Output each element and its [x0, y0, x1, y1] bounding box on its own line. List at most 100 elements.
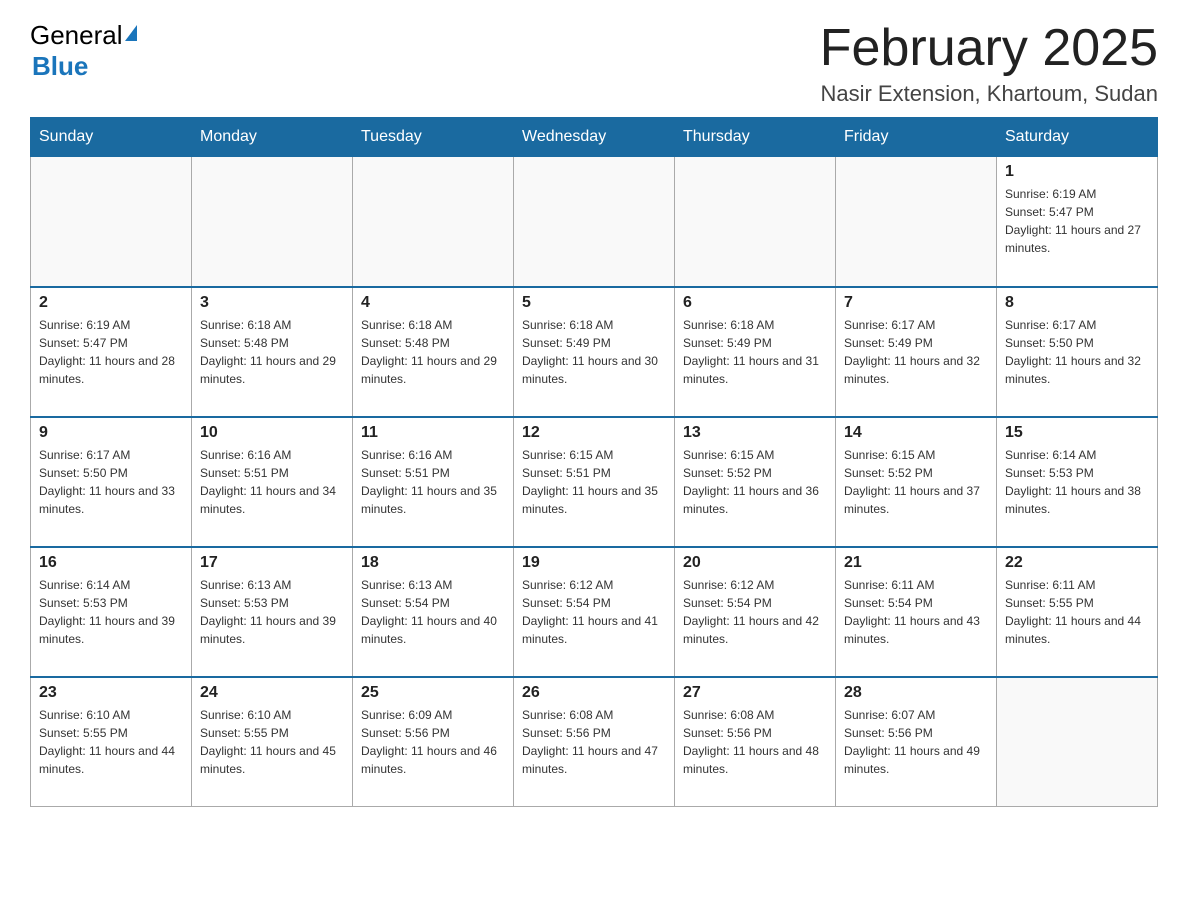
table-row: 22 Sunrise: 6:11 AMSunset: 5:55 PMDayligh…	[997, 547, 1158, 677]
day-number: 2	[39, 294, 183, 312]
header-thursday: Thursday	[675, 118, 836, 157]
table-row: 25Sunrise: 6:09 AMSunset: 5:56 PMDayligh…	[353, 677, 514, 807]
header-monday: Monday	[192, 118, 353, 157]
day-number: 6	[683, 294, 827, 312]
calendar-table: Sunday Monday Tuesday Wednesday Thursday…	[30, 117, 1158, 807]
logo: General Blue	[30, 20, 137, 82]
calendar-week-row: 2 Sunrise: 6:19 AMSunset: 5:47 PMDaylight…	[31, 287, 1158, 417]
day-info: Sunrise: 6:13 AMSunset: 5:53 PMDaylight:…	[200, 576, 344, 648]
day-info: Sunrise: 6:17 AMSunset: 5:50 PMDaylight:…	[39, 446, 183, 518]
calendar-week-row: 1 Sunrise: 6:19 AMSunset: 5:47 PMDaylight…	[31, 157, 1158, 287]
day-info: Sunrise: 6:16 AMSunset: 5:51 PMDaylight:…	[361, 446, 505, 518]
day-info: Sunrise: 6:14 AMSunset: 5:53 PMDaylight:…	[39, 576, 183, 648]
header-tuesday: Tuesday	[353, 118, 514, 157]
day-number: 10	[200, 424, 344, 442]
table-row: 14Sunrise: 6:15 AMSunset: 5:52 PMDayligh…	[836, 417, 997, 547]
table-row: 1 Sunrise: 6:19 AMSunset: 5:47 PMDaylight…	[997, 157, 1158, 287]
day-number: 16	[39, 554, 183, 572]
table-row: 8 Sunrise: 6:17 AMSunset: 5:50 PMDaylight…	[997, 287, 1158, 417]
title-section: February 2025 Nasir Extension, Khartoum,…	[820, 20, 1158, 107]
header-saturday: Saturday	[997, 118, 1158, 157]
table-row: 11 Sunrise: 6:16 AMSunset: 5:51 PMDayligh…	[353, 417, 514, 547]
day-info: Sunrise: 6:12 AMSunset: 5:54 PMDaylight:…	[683, 576, 827, 648]
day-number: 21	[844, 554, 988, 572]
day-info: Sunrise: 6:11 AMSunset: 5:55 PMDaylight:…	[1005, 576, 1149, 648]
header-friday: Friday	[836, 118, 997, 157]
header-wednesday: Wednesday	[514, 118, 675, 157]
day-number: 13	[683, 424, 827, 442]
day-number: 23	[39, 684, 183, 702]
day-info: Sunrise: 6:15 AMSunset: 5:51 PMDaylight:…	[522, 446, 666, 518]
day-info: Sunrise: 6:19 AMSunset: 5:47 PMDaylight:…	[1005, 185, 1149, 257]
day-number: 4	[361, 294, 505, 312]
day-info: Sunrise: 6:19 AMSunset: 5:47 PMDaylight:…	[39, 316, 183, 388]
day-number: 27	[683, 684, 827, 702]
day-info: Sunrise: 6:15 AMSunset: 5:52 PMDaylight:…	[683, 446, 827, 518]
day-number: 15	[1005, 424, 1149, 442]
logo-blue-text: Blue	[30, 51, 137, 82]
day-info: Sunrise: 6:18 AMSunset: 5:49 PMDaylight:…	[683, 316, 827, 388]
table-row: 12Sunrise: 6:15 AMSunset: 5:51 PMDayligh…	[514, 417, 675, 547]
day-number: 5	[522, 294, 666, 312]
table-row: 17 Sunrise: 6:13 AMSunset: 5:53 PMDayligh…	[192, 547, 353, 677]
day-number: 22	[1005, 554, 1149, 572]
table-row: 23 Sunrise: 6:10 AMSunset: 5:55 PMDayligh…	[31, 677, 192, 807]
table-row	[353, 157, 514, 287]
day-info: Sunrise: 6:18 AMSunset: 5:49 PMDaylight:…	[522, 316, 666, 388]
table-row: 6 Sunrise: 6:18 AMSunset: 5:49 PMDaylight…	[675, 287, 836, 417]
day-number: 19	[522, 554, 666, 572]
header-sunday: Sunday	[31, 118, 192, 157]
day-number: 18	[361, 554, 505, 572]
table-row: 19 Sunrise: 6:12 AMSunset: 5:54 PMDayligh…	[514, 547, 675, 677]
table-row: 7Sunrise: 6:17 AMSunset: 5:49 PMDaylight…	[836, 287, 997, 417]
table-row: 28Sunrise: 6:07 AMSunset: 5:56 PMDayligh…	[836, 677, 997, 807]
day-number: 7	[844, 294, 988, 312]
logo-general-text: General	[30, 20, 123, 51]
calendar-week-row: 23 Sunrise: 6:10 AMSunset: 5:55 PMDayligh…	[31, 677, 1158, 807]
table-row	[675, 157, 836, 287]
table-row	[997, 677, 1158, 807]
day-number: 1	[1005, 163, 1149, 181]
day-number: 24	[200, 684, 344, 702]
day-number: 11	[361, 424, 505, 442]
day-info: Sunrise: 6:10 AMSunset: 5:55 PMDaylight:…	[39, 706, 183, 778]
day-info: Sunrise: 6:16 AMSunset: 5:51 PMDaylight:…	[200, 446, 344, 518]
day-number: 9	[39, 424, 183, 442]
table-row: 18 Sunrise: 6:13 AMSunset: 5:54 PMDayligh…	[353, 547, 514, 677]
table-row: 21 Sunrise: 6:11 AMSunset: 5:54 PMDayligh…	[836, 547, 997, 677]
day-number: 26	[522, 684, 666, 702]
table-row	[192, 157, 353, 287]
table-row: 16 Sunrise: 6:14 AMSunset: 5:53 PMDayligh…	[31, 547, 192, 677]
page-header: General Blue February 2025 Nasir Extensi…	[30, 20, 1158, 107]
table-row: 20Sunrise: 6:12 AMSunset: 5:54 PMDayligh…	[675, 547, 836, 677]
month-year-title: February 2025	[820, 20, 1158, 77]
day-info: Sunrise: 6:18 AMSunset: 5:48 PMDaylight:…	[361, 316, 505, 388]
calendar-header-row: Sunday Monday Tuesday Wednesday Thursday…	[31, 118, 1158, 157]
day-info: Sunrise: 6:08 AMSunset: 5:56 PMDaylight:…	[522, 706, 666, 778]
day-info: Sunrise: 6:15 AMSunset: 5:52 PMDaylight:…	[844, 446, 988, 518]
day-info: Sunrise: 6:09 AMSunset: 5:56 PMDaylight:…	[361, 706, 505, 778]
table-row: 24Sunrise: 6:10 AMSunset: 5:55 PMDayligh…	[192, 677, 353, 807]
day-info: Sunrise: 6:12 AMSunset: 5:54 PMDaylight:…	[522, 576, 666, 648]
table-row: 4 Sunrise: 6:18 AMSunset: 5:48 PMDaylight…	[353, 287, 514, 417]
day-number: 17	[200, 554, 344, 572]
location-subtitle: Nasir Extension, Khartoum, Sudan	[820, 81, 1158, 107]
day-number: 8	[1005, 294, 1149, 312]
table-row: 13 Sunrise: 6:15 AMSunset: 5:52 PMDayligh…	[675, 417, 836, 547]
table-row	[836, 157, 997, 287]
day-info: Sunrise: 6:14 AMSunset: 5:53 PMDaylight:…	[1005, 446, 1149, 518]
calendar-week-row: 9 Sunrise: 6:17 AMSunset: 5:50 PMDaylight…	[31, 417, 1158, 547]
day-info: Sunrise: 6:17 AMSunset: 5:50 PMDaylight:…	[1005, 316, 1149, 388]
table-row: 27 Sunrise: 6:08 AMSunset: 5:56 PMDayligh…	[675, 677, 836, 807]
table-row: 5 Sunrise: 6:18 AMSunset: 5:49 PMDaylight…	[514, 287, 675, 417]
day-info: Sunrise: 6:13 AMSunset: 5:54 PMDaylight:…	[361, 576, 505, 648]
table-row: 9 Sunrise: 6:17 AMSunset: 5:50 PMDaylight…	[31, 417, 192, 547]
day-info: Sunrise: 6:07 AMSunset: 5:56 PMDaylight:…	[844, 706, 988, 778]
table-row: 3Sunrise: 6:18 AMSunset: 5:48 PMDaylight…	[192, 287, 353, 417]
table-row: 26 Sunrise: 6:08 AMSunset: 5:56 PMDayligh…	[514, 677, 675, 807]
calendar-week-row: 16 Sunrise: 6:14 AMSunset: 5:53 PMDayligh…	[31, 547, 1158, 677]
logo-triangle-icon	[125, 25, 137, 41]
day-info: Sunrise: 6:11 AMSunset: 5:54 PMDaylight:…	[844, 576, 988, 648]
day-info: Sunrise: 6:08 AMSunset: 5:56 PMDaylight:…	[683, 706, 827, 778]
table-row: 10 Sunrise: 6:16 AMSunset: 5:51 PMDayligh…	[192, 417, 353, 547]
